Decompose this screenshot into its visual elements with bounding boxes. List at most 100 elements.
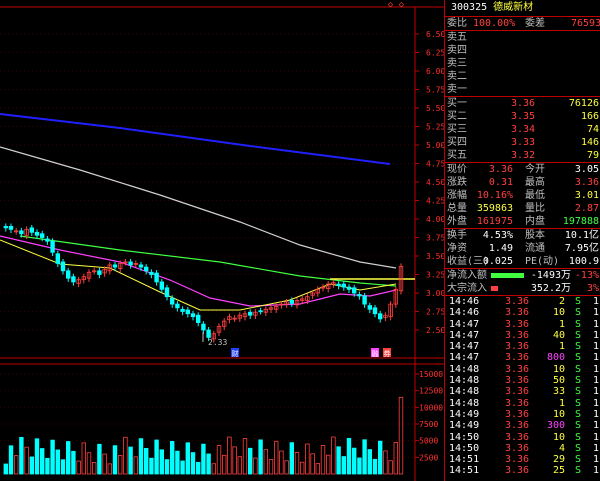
tick-count: 1 (592, 296, 599, 307)
flow-row: 净流入额 -1493万 -13% (445, 269, 600, 282)
fundamental-row: 净资 1.49 流通 7.95亿 (445, 242, 600, 255)
quote-value: 3.05 (574, 164, 599, 175)
candle-body (180, 308, 185, 312)
volume-bar (185, 442, 190, 475)
sell-level-label: 卖二 (447, 71, 467, 82)
tick-row[interactable]: 14:46 3.36 2 S 1 (445, 296, 600, 307)
tick-volume: 10 (552, 363, 565, 375)
tick-price: 3.36 (505, 431, 530, 443)
volume-bar (294, 452, 300, 475)
fundamental-label: 股本 (525, 230, 545, 241)
tick-volume: 40 (552, 329, 565, 341)
price-tick-label: 5.25 (426, 123, 444, 132)
candle-body (34, 231, 40, 236)
sell-level-row: 卖五 (445, 31, 600, 44)
volume-bar (268, 459, 274, 475)
tick-direction: S (574, 318, 581, 330)
candle-body (289, 299, 294, 304)
candle-body (351, 287, 357, 294)
volume-bar (118, 455, 123, 475)
volume-bar (190, 452, 196, 475)
tick-direction: S (574, 352, 581, 364)
tick-list[interactable]: 14:46 3.36 2 S 1 14:46 3.36 10 S 1 14:47 3.36 1 S 1 14:… (445, 296, 600, 477)
sell-level-row: 卖四 (445, 44, 600, 57)
volume-bar (388, 460, 393, 475)
tick-row[interactable]: 14:47 3.36 800 S 1 (445, 352, 600, 363)
tick-price: 3.36 (505, 363, 530, 375)
volume-bar (128, 446, 133, 475)
candle-body (247, 311, 253, 316)
tick-time: 14:47 (449, 341, 480, 353)
volume-bar (305, 443, 310, 475)
tick-row[interactable]: 14:51 3.36 25 S 1 (445, 465, 600, 476)
volume-bar (195, 461, 201, 475)
tick-direction: S (574, 408, 581, 420)
tick-time: 14:48 (449, 397, 480, 409)
candle-body (128, 261, 133, 266)
price-tick-label: 4.00 (426, 215, 444, 224)
tick-volume: 300 (546, 420, 565, 432)
volume-bar (55, 449, 60, 475)
fundamental-value: 10.1亿 (564, 230, 599, 241)
tick-price: 3.36 (505, 307, 530, 319)
order-ratio-row: 委比 100.00% 委差 76593 (445, 17, 600, 31)
buy-level-price: 3.32 (511, 150, 536, 161)
tick-volume: 10 (552, 307, 565, 319)
tick-row[interactable]: 14:50 3.36 4 S 1 (445, 443, 600, 454)
volume-bar (398, 396, 404, 475)
volume-bar (107, 463, 112, 475)
candlestick-chart[interactable]: ◇ ◇ 6.50 6.25 6.00 5.75 5.50 5.25 5.00 4.75 4.50… (0, 0, 444, 481)
volume-bar (237, 456, 242, 475)
tick-row[interactable]: 14:47 3.36 1 S 1 (445, 341, 600, 352)
tick-row[interactable]: 14:47 3.36 1 S 1 (445, 319, 600, 330)
fundamental-value: 4.53% (482, 230, 513, 241)
tick-row[interactable]: 14:49 3.36 300 S 1 (445, 420, 600, 431)
tick-price: 3.36 (505, 296, 530, 307)
tick-row[interactable]: 14:50 3.36 10 S 1 (445, 432, 600, 443)
tick-row[interactable]: 14:48 3.36 1 S 1 (445, 398, 600, 409)
tick-row[interactable]: 14:47 3.36 40 S 1 (445, 330, 600, 341)
candle-body (175, 303, 180, 309)
fundamental-row: 换手 4.53% 股本 10.1亿 (445, 229, 600, 242)
tick-row[interactable]: 14:46 3.36 10 S 1 (445, 307, 600, 318)
candle-body (55, 253, 60, 264)
tick-time: 14:46 (449, 296, 480, 307)
tick-row[interactable]: 14:51 3.36 29 S 1 (445, 454, 600, 465)
volume-bar (60, 459, 66, 475)
volume-tick-label: 2500 (419, 453, 438, 462)
tick-count: 1 (592, 420, 599, 432)
volume-bar (289, 442, 294, 475)
volume-bar (227, 436, 232, 475)
buy-level-price: 3.36 (511, 98, 536, 109)
volume-bar (279, 450, 284, 475)
ratio-diff-label: 委差 (525, 18, 545, 29)
candle-body (19, 230, 24, 235)
quote-value: 0.31 (488, 177, 513, 188)
stock-code: 300325 (451, 2, 488, 13)
fundamental-row: 收益(三) 0.025 PE(动) 100.9 (445, 255, 600, 268)
tick-row[interactable]: 14:48 3.36 50 S 1 (445, 375, 600, 386)
tick-direction: S (574, 329, 581, 341)
volume-bar (138, 438, 144, 475)
volume-bar (149, 457, 154, 475)
flow-value: -1493万 (530, 270, 571, 281)
sell-levels: 卖五 卖四 卖三 卖二 卖一 (445, 31, 600, 97)
volume-bar (169, 440, 175, 475)
tick-row[interactable]: 14:48 3.36 10 S 1 (445, 364, 600, 375)
tick-volume: 2 (558, 296, 565, 307)
tick-price: 3.36 (505, 465, 530, 477)
tick-volume: 25 (552, 465, 565, 477)
buy-level-row: 买五 3.32 79 (445, 149, 600, 162)
candle-body (341, 283, 346, 288)
volume-bar (76, 460, 81, 475)
volume-bar (97, 443, 102, 475)
fundamental-label: 净资 (447, 243, 467, 254)
volume-bar (50, 439, 55, 475)
tick-count: 1 (592, 386, 599, 398)
volume-bar (232, 446, 237, 475)
candle-body (169, 297, 175, 305)
tick-row[interactable]: 14:49 3.36 10 S 1 (445, 409, 600, 420)
tick-row[interactable]: 14:48 3.36 33 S 1 (445, 386, 600, 397)
volume-bar (66, 441, 71, 475)
tick-count: 1 (592, 341, 599, 353)
